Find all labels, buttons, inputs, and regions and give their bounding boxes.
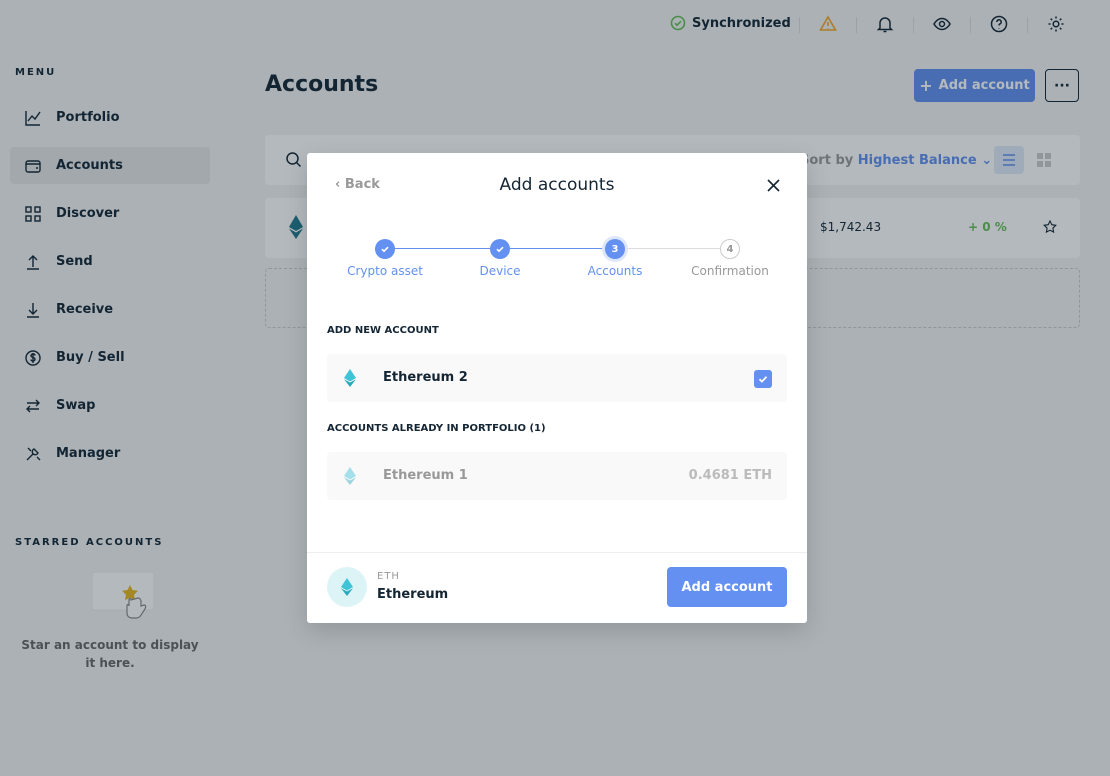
check-icon xyxy=(381,246,389,253)
modal-title: Add accounts xyxy=(499,175,615,195)
add-accounts-modal: ‹ Back Add accounts 3 4 Crypto asset Dev… xyxy=(307,153,807,623)
step-label-confirmation: Confirmation xyxy=(691,264,769,278)
new-account-row[interactable]: Ethereum 2 xyxy=(327,354,787,402)
step-crypto-asset-dot xyxy=(375,239,395,259)
ethereum-icon xyxy=(344,467,356,485)
step-device-dot xyxy=(490,239,510,259)
existing-account-row: Ethereum 1 0.4681 ETH xyxy=(327,452,787,500)
stepper-line-3 xyxy=(615,248,730,249)
ethereum-icon xyxy=(341,578,353,596)
account-checkbox[interactable] xyxy=(754,370,772,388)
step-label-accounts: Accounts xyxy=(587,264,643,278)
step-confirmation-dot: 4 xyxy=(720,239,740,259)
currency-name: Ethereum xyxy=(377,587,449,602)
stepper-line-1 xyxy=(385,248,500,249)
existing-accounts-label: ACCOUNTS ALREADY IN PORTFOLIO (1) xyxy=(327,423,546,434)
ethereum-icon xyxy=(344,369,356,387)
add-new-account-label: ADD NEW ACCOUNT xyxy=(327,325,439,336)
existing-account-name: Ethereum 1 xyxy=(383,468,468,483)
stepper-line-2 xyxy=(500,248,615,249)
currency-badge xyxy=(327,567,367,607)
add-account-confirm-button[interactable]: Add account xyxy=(667,567,787,607)
check-icon xyxy=(758,376,768,383)
check-icon xyxy=(496,246,504,253)
step-label-device: Device xyxy=(479,264,521,278)
step-label-crypto-asset: Crypto asset xyxy=(347,264,423,278)
step-accounts-dot: 3 xyxy=(605,239,625,259)
existing-account-balance: 0.4681 ETH xyxy=(688,468,772,483)
currency-ticker: ETH xyxy=(377,571,400,582)
close-icon[interactable] xyxy=(766,178,781,193)
new-account-name: Ethereum 2 xyxy=(383,370,468,385)
footer-divider xyxy=(307,552,807,553)
